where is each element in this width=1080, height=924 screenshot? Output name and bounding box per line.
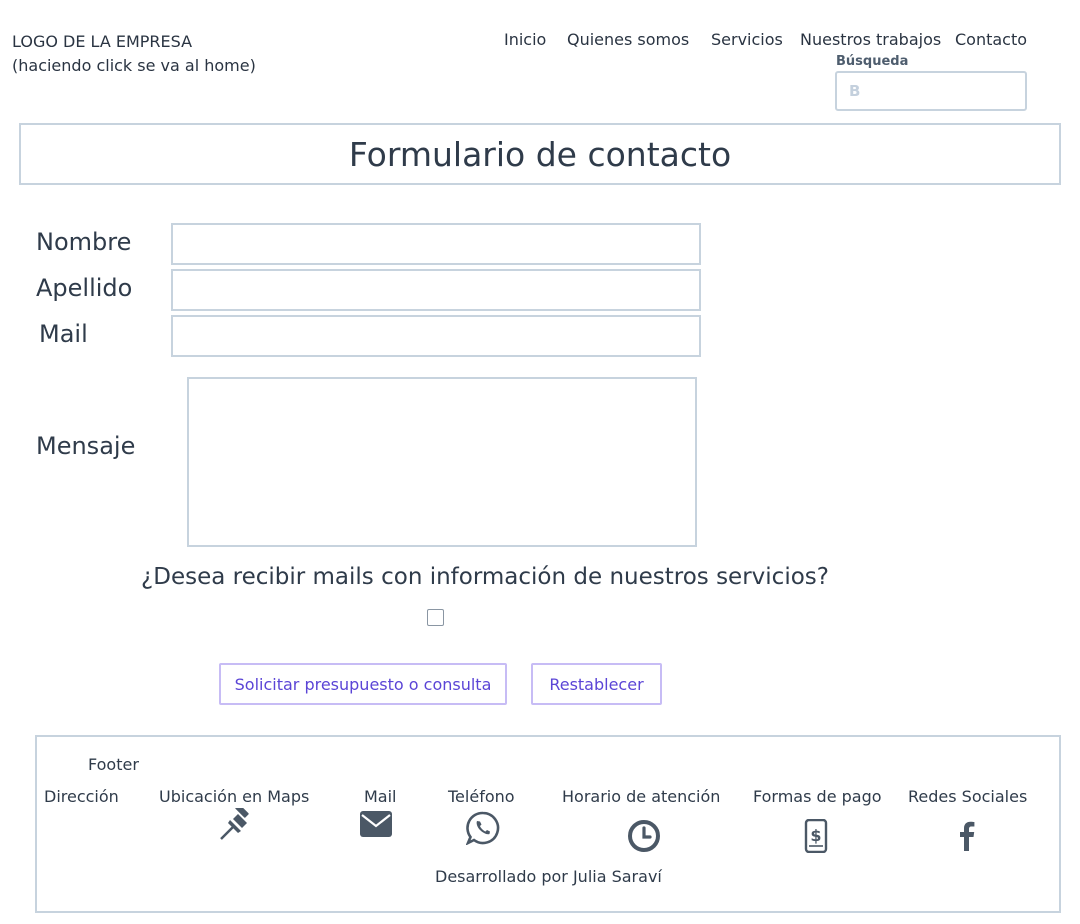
footer-maps-label[interactable]: Ubicación en Maps <box>159 787 309 806</box>
nav-servicios[interactable]: Servicios <box>711 30 783 50</box>
footer-title: Footer <box>88 755 139 774</box>
facebook-icon[interactable] <box>957 820 977 852</box>
nav-inicio[interactable]: Inicio <box>504 30 546 50</box>
mail-input[interactable] <box>171 315 701 357</box>
logo-subtitle: (haciendo click se va al home) <box>12 56 256 75</box>
footer-direccion: Dirección <box>44 787 119 806</box>
mail-label: Mail <box>39 320 88 348</box>
footer-pago-label: Formas de pago <box>753 787 882 806</box>
footer-mail-label: Mail <box>364 787 397 806</box>
search-input[interactable] <box>835 71 1027 111</box>
nombre-label: Nombre <box>36 228 132 256</box>
mensaje-textarea[interactable] <box>187 377 697 547</box>
whatsapp-icon[interactable] <box>466 811 500 845</box>
newsletter-question: ¿Desea recibir mails con información de … <box>141 564 829 590</box>
nombre-input[interactable] <box>171 223 701 265</box>
reset-button[interactable]: Restablecer <box>531 663 662 705</box>
company-logo[interactable]: LOGO DE LA EMPRESA (haciendo click se va… <box>12 30 256 78</box>
pushpin-icon[interactable] <box>218 808 254 842</box>
logo-title: LOGO DE LA EMPRESA <box>12 32 193 51</box>
footer-telefono-label: Teléfono <box>448 787 515 806</box>
nav-quienes-somos[interactable]: Quienes somos <box>567 30 689 50</box>
search-label: Búsqueda <box>836 54 909 69</box>
nav-nuestros-trabajos[interactable]: Nuestros trabajos <box>800 30 941 50</box>
footer-horario-label: Horario de atención <box>562 787 721 806</box>
svg-text:$: $ <box>810 826 821 845</box>
footer-credit: Desarrollado por Julia Saraví <box>435 867 662 886</box>
apellido-label: Apellido <box>36 274 133 302</box>
apellido-input[interactable] <box>171 269 701 311</box>
page-title-box: Formulario de contacto <box>19 123 1061 185</box>
mensaje-label: Mensaje <box>36 432 136 460</box>
footer-redes-label: Redes Sociales <box>908 787 1028 806</box>
mobile-payment-icon: $ <box>804 819 828 853</box>
submit-button[interactable]: Solicitar presupuesto o consulta <box>219 663 507 705</box>
newsletter-checkbox[interactable] <box>427 609 444 626</box>
clock-icon <box>628 820 660 852</box>
envelope-icon[interactable] <box>359 810 393 838</box>
nav-contacto[interactable]: Contacto <box>955 30 1027 50</box>
footer <box>35 735 1061 913</box>
page-title: Formulario de contacto <box>348 134 732 174</box>
